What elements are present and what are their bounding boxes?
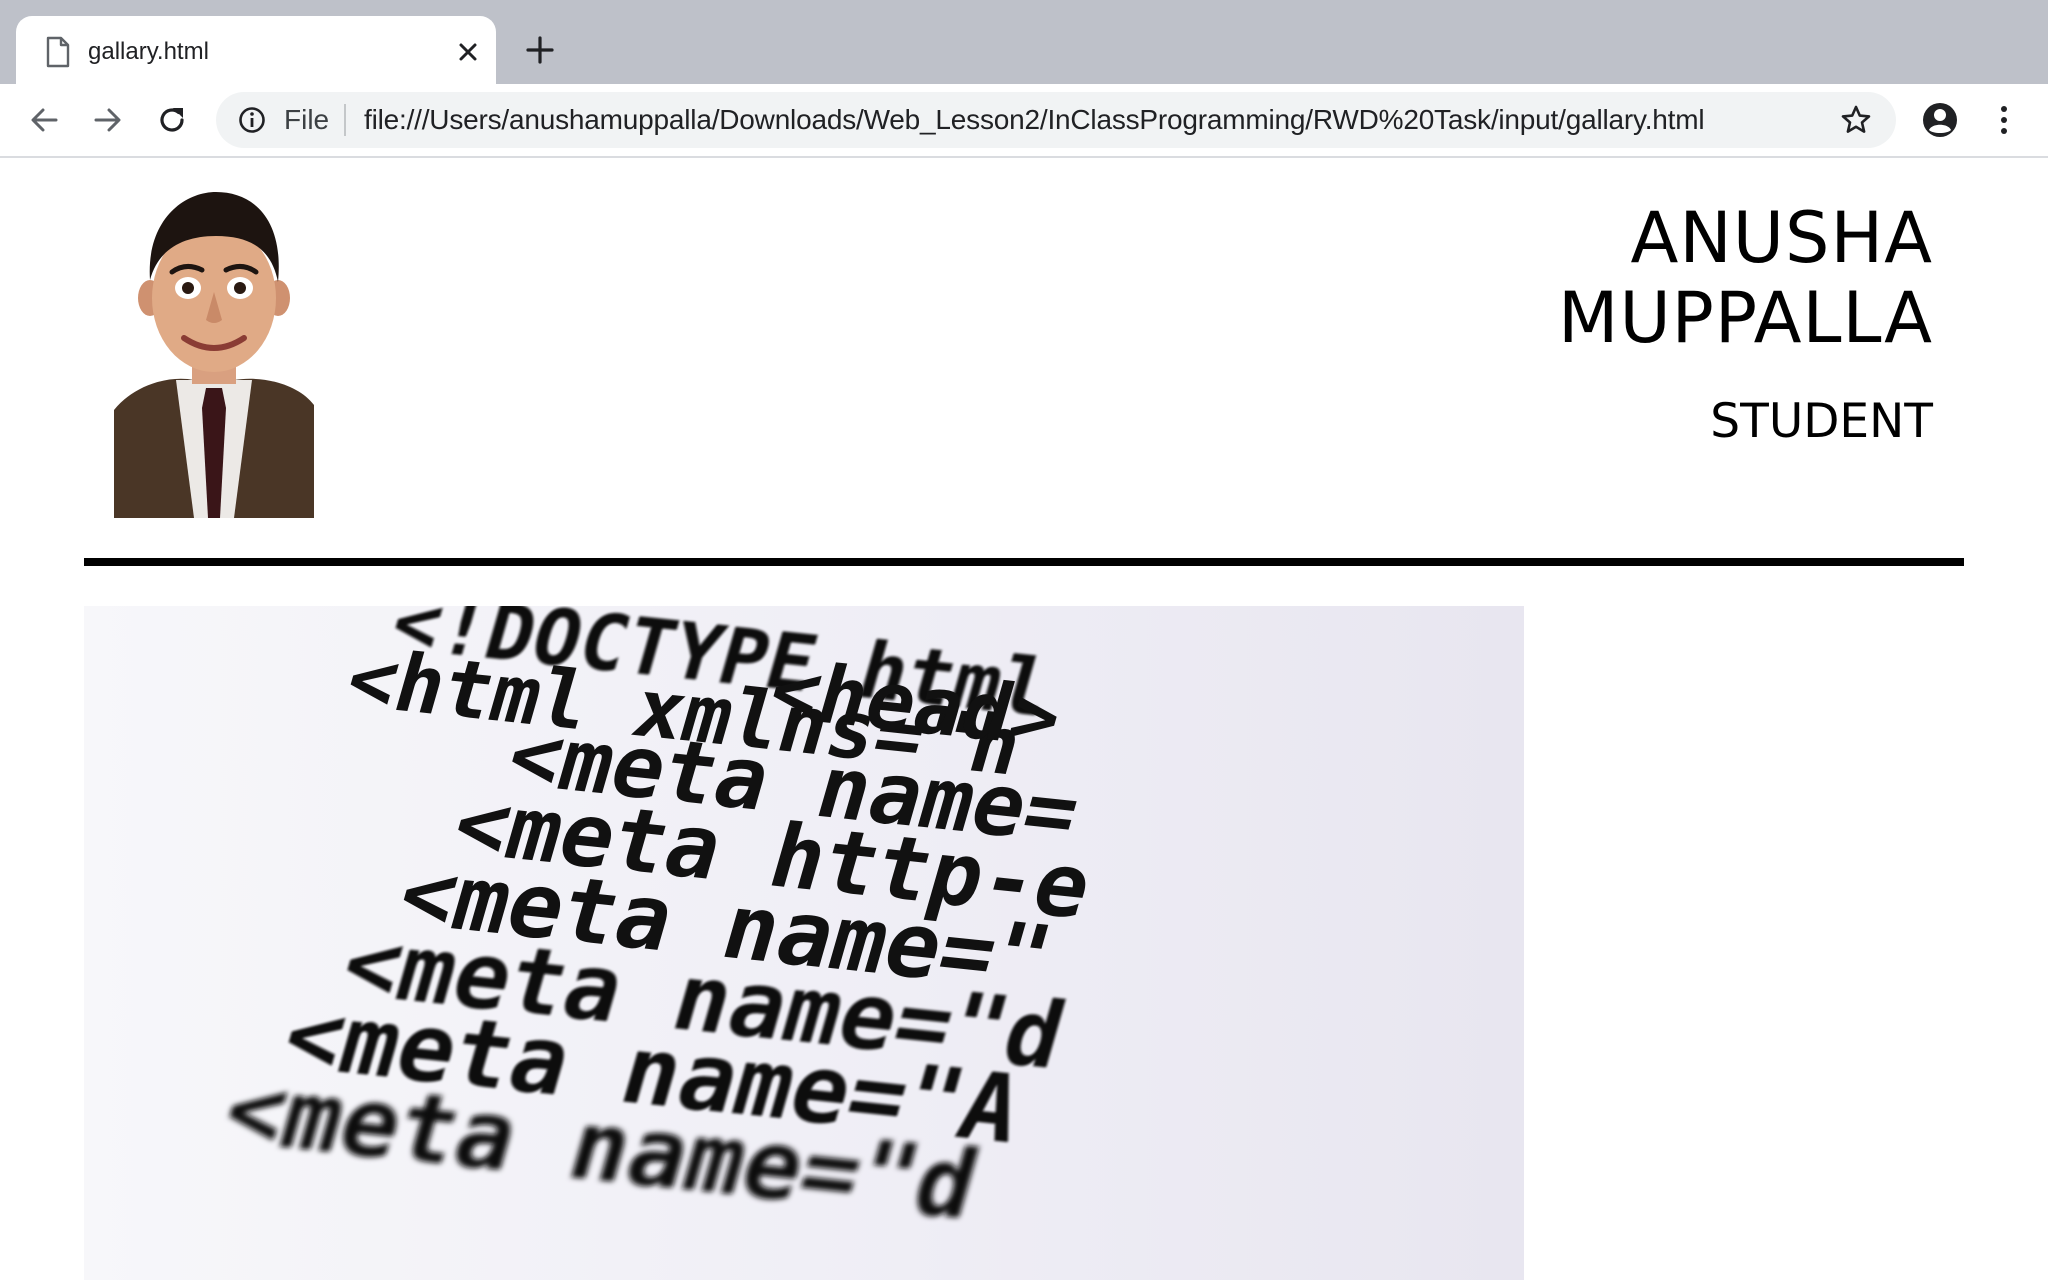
name-block: ANUSHA MUPPALLA STUDENT [1558,198,1933,450]
profile-icon[interactable] [1920,100,1960,140]
back-button[interactable] [24,100,64,140]
html-code-photo: <!DOCTYPE html <html xmlns="h <meta name= <… [84,606,1524,1280]
info-icon[interactable] [238,106,266,134]
document-icon [46,36,70,68]
reload-button[interactable] [152,100,192,140]
new-tab-button[interactable] [516,30,564,70]
close-icon [459,43,477,61]
more-vertical-icon [2001,106,2007,134]
role-title: STUDENT [1710,394,1933,449]
browser-toolbar: File file:///Users/anushamuppalla/Downlo… [0,84,2048,158]
omnibox-divider [344,104,346,136]
last-name: MUPPALLA [1558,277,1933,359]
tab-title: gallary.html [88,38,209,65]
forward-button[interactable] [88,100,128,140]
arrow-right-icon [94,108,121,132]
url-text[interactable]: file:///Users/anushamuppalla/Downloads/W… [364,104,1705,136]
header-divider [84,558,1964,566]
first-name: ANUSHA [1630,197,1933,279]
code-photo-svg: <!DOCTYPE html<html xmlns="h<meta name=<… [84,606,1524,1280]
scheme-label: File [284,104,330,135]
page-viewport: ANUSHA MUPPALLA STUDENT <!DOCTYPE html <h… [0,158,2048,1280]
profile-photo [114,180,314,518]
close-tab-button[interactable] [452,36,484,68]
reload-icon [160,108,184,132]
menu-button[interactable] [1984,100,2024,140]
address-bar[interactable]: File file:///Users/anushamuppalla/Downlo… [216,92,1896,148]
plus-icon [526,36,554,64]
arrow-left-icon [31,108,58,132]
active-tab[interactable]: gallary.html [16,16,496,84]
bookmark-star-icon[interactable] [1840,104,1872,136]
tab-strip: gallary.html [0,0,2048,84]
